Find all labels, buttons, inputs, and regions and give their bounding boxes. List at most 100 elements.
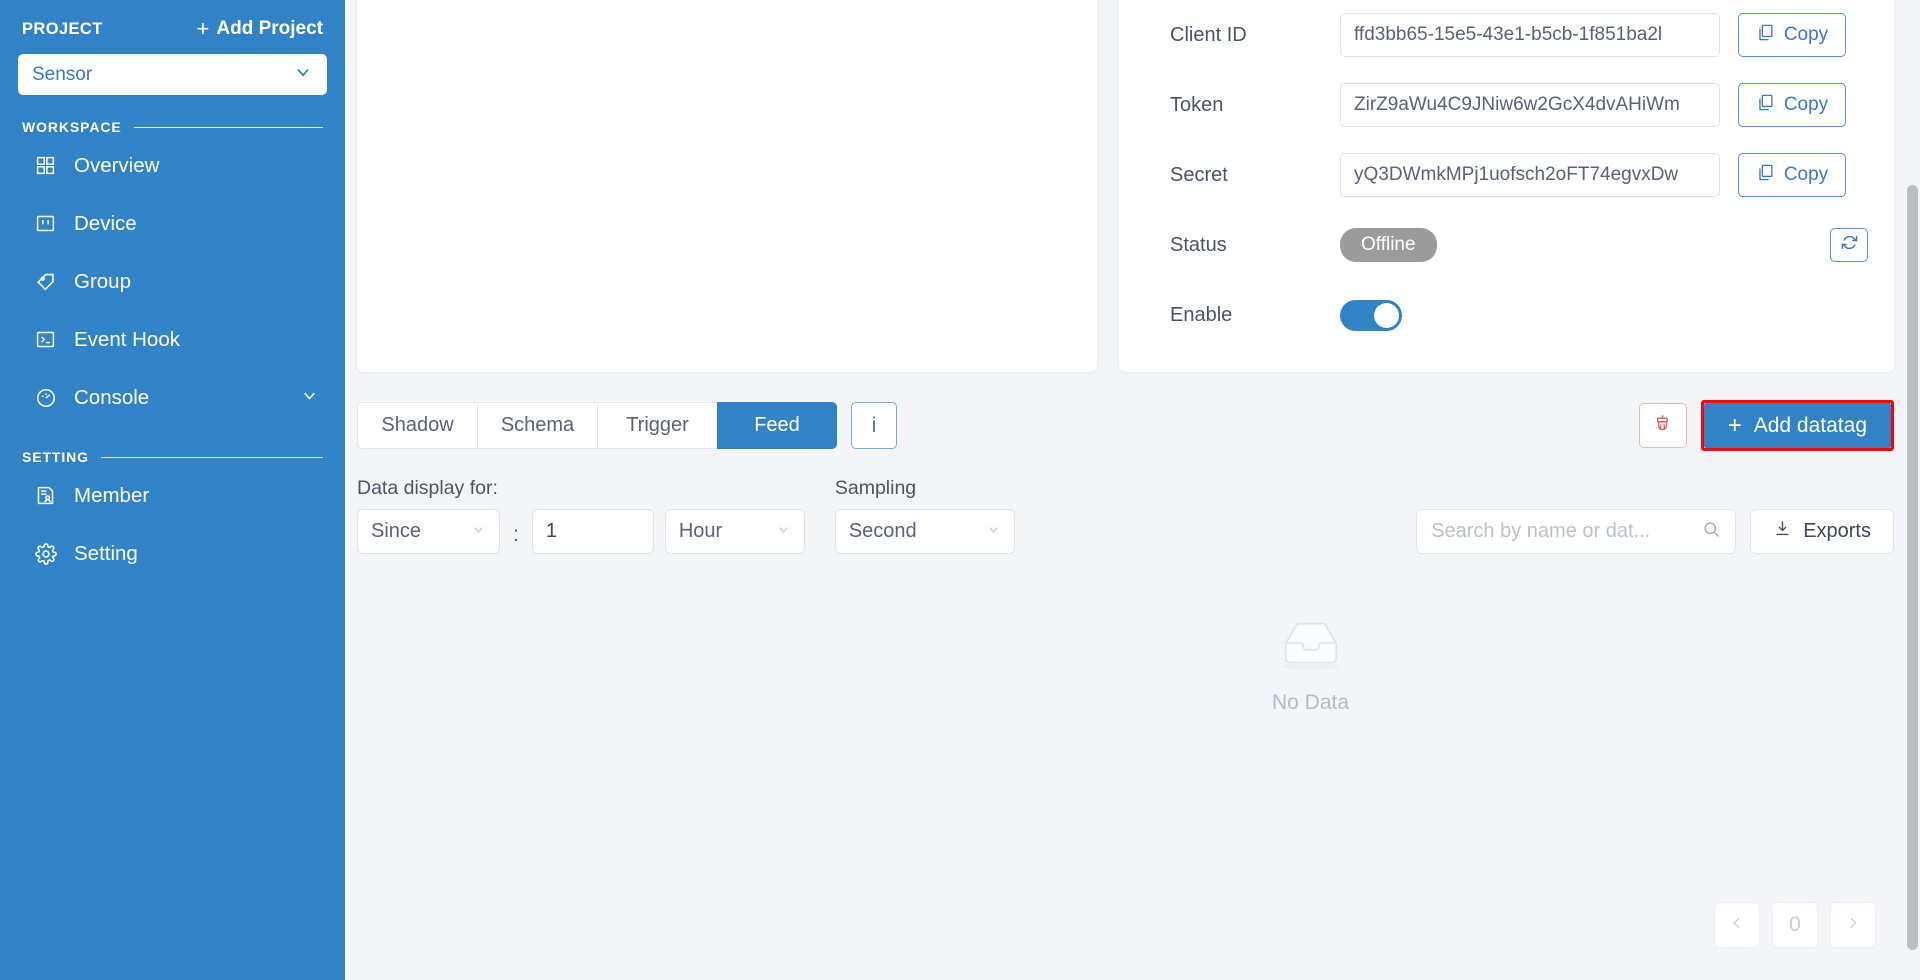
copy-icon bbox=[1756, 163, 1775, 188]
sidebar-item-label: Device bbox=[74, 211, 137, 235]
chevron-down-icon[interactable] bbox=[300, 386, 319, 410]
chevron-down-icon bbox=[776, 520, 791, 543]
chevron-down-icon bbox=[986, 520, 1001, 543]
copy-label: Copy bbox=[1783, 164, 1829, 185]
sidebar-item-label: Event Hook bbox=[74, 327, 180, 351]
sidebar-item-member[interactable]: Member bbox=[18, 468, 327, 523]
pagination-page-number: 0 bbox=[1789, 913, 1801, 936]
pagination-next-button[interactable] bbox=[1830, 902, 1876, 948]
sampling-select[interactable]: Second bbox=[834, 509, 1015, 554]
enable-toggle[interactable] bbox=[1340, 299, 1402, 331]
field-row-secret: Secret yQ3DWmkMPj1uofsch2oFT74egvxDw Cop… bbox=[1145, 140, 1868, 210]
range-unit-select[interactable]: Hour bbox=[664, 509, 805, 554]
empty-state-text: No Data bbox=[1271, 691, 1350, 714]
pagination-page-button[interactable]: 0 bbox=[1772, 902, 1818, 948]
data-display-label: Data display for: bbox=[357, 477, 498, 499]
exports-button[interactable]: Exports bbox=[1750, 509, 1894, 554]
field-row-status: Status Offline bbox=[1145, 210, 1868, 280]
sidebar-item-label: Console bbox=[74, 385, 150, 409]
gauge-icon bbox=[34, 386, 57, 409]
tag-icon bbox=[34, 270, 57, 293]
sidebar-item-overview[interactable]: Overview bbox=[18, 138, 327, 193]
tab-schema[interactable]: Schema bbox=[477, 402, 597, 449]
refresh-icon bbox=[1840, 233, 1859, 257]
sidebar-item-device[interactable]: Device bbox=[18, 196, 327, 251]
tab-label: Shadow bbox=[381, 414, 454, 436]
sidebar-project-header: PROJECT + Add Project bbox=[18, 0, 327, 40]
range-mode-value: Since bbox=[371, 520, 422, 542]
sidebar-section-setting: SETTING bbox=[18, 449, 327, 465]
info-button[interactable]: i bbox=[851, 402, 897, 449]
divider bbox=[100, 456, 323, 458]
sidebar-item-label: Group bbox=[74, 269, 131, 293]
copy-label: Copy bbox=[1783, 24, 1829, 45]
field-row-client-id: Client ID ffd3bb65-15e5-43e1-b5cb-1f851b… bbox=[1145, 0, 1868, 70]
range-value-input[interactable]: 1 bbox=[531, 509, 654, 554]
sidebar-section-label: SETTING bbox=[22, 449, 89, 465]
field-label: Client ID bbox=[1170, 23, 1247, 46]
status-badge: Offline bbox=[1340, 228, 1437, 262]
search-input[interactable]: Search by name or dat... bbox=[1431, 520, 1702, 543]
preview-card bbox=[357, 0, 1097, 372]
tab-trigger[interactable]: Trigger bbox=[597, 402, 717, 449]
chevron-left-icon bbox=[1729, 913, 1745, 937]
exports-label: Exports bbox=[1803, 520, 1871, 542]
status-label: Status bbox=[1170, 233, 1227, 256]
separator-colon: : bbox=[513, 522, 519, 546]
member-card-icon bbox=[34, 484, 57, 507]
search-box[interactable]: Search by name or dat... bbox=[1416, 509, 1737, 554]
page-scrollbar-track[interactable] bbox=[1904, 0, 1920, 980]
field-label: Secret bbox=[1170, 163, 1228, 186]
copy-icon bbox=[1756, 23, 1775, 48]
sampling-value: Second bbox=[848, 520, 917, 542]
add-datatag-highlight: + Add datatag bbox=[1700, 400, 1894, 451]
search-icon[interactable] bbox=[1702, 520, 1721, 544]
tab-label: Trigger bbox=[626, 414, 689, 436]
copy-secret-button[interactable]: Copy bbox=[1738, 153, 1846, 197]
refresh-status-button[interactable] bbox=[1830, 228, 1868, 262]
secret-input[interactable]: yQ3DWmkMPj1uofsch2oFT74egvxDw bbox=[1340, 153, 1720, 197]
tab-feed[interactable]: Feed bbox=[717, 402, 837, 449]
sidebar-item-console[interactable]: Console bbox=[18, 370, 327, 425]
gear-icon bbox=[34, 542, 57, 565]
copy-client-id-button[interactable]: Copy bbox=[1738, 13, 1846, 57]
divider bbox=[133, 126, 323, 128]
sidebar-item-group[interactable]: Group bbox=[18, 254, 327, 309]
sidebar-item-label: Setting bbox=[74, 541, 138, 565]
client-id-input[interactable]: ffd3bb65-15e5-43e1-b5cb-1f851ba2l bbox=[1340, 13, 1720, 57]
range-mode-select[interactable]: Since bbox=[357, 509, 500, 554]
clear-data-button[interactable] bbox=[1638, 403, 1687, 448]
main-content: Client ID ffd3bb65-15e5-43e1-b5cb-1f851b… bbox=[345, 0, 1920, 980]
range-unit-value: Hour bbox=[678, 520, 723, 542]
tab-shadow[interactable]: Shadow bbox=[357, 402, 477, 449]
token-input[interactable]: ZirZ9aWu4C9JNiw6w2GcX4dvAHiWm bbox=[1340, 83, 1720, 127]
filters-row: Data display for: Since : 1 Hour Samplin… bbox=[357, 477, 1894, 554]
tab-label: Feed bbox=[754, 414, 800, 436]
project-select[interactable]: Sensor bbox=[18, 54, 327, 95]
copy-token-button[interactable]: Copy bbox=[1738, 83, 1846, 127]
sidebar-item-label: Overview bbox=[74, 153, 160, 177]
plus-icon: + bbox=[196, 16, 210, 41]
project-select-value: Sensor bbox=[32, 63, 93, 85]
device-icon bbox=[34, 212, 57, 235]
sidebar-item-event-hook[interactable]: Event Hook bbox=[18, 312, 327, 367]
sidebar: PROJECT + Add Project Sensor WORKSPACE O… bbox=[0, 0, 345, 980]
empty-box-icon bbox=[1272, 614, 1350, 681]
data-display-group: Data display for: Since : 1 Hour bbox=[357, 477, 805, 554]
sidebar-item-setting[interactable]: Setting bbox=[18, 526, 327, 581]
sidebar-section-workspace: WORKSPACE bbox=[18, 119, 327, 135]
tabbar-actions: + Add datatag bbox=[1638, 400, 1894, 451]
enable-label: Enable bbox=[1170, 303, 1233, 326]
add-datatag-label: Add datatag bbox=[1753, 413, 1867, 437]
pagination-prev-button[interactable] bbox=[1714, 902, 1760, 948]
tab-group: Shadow Schema Trigger Feed bbox=[357, 402, 837, 449]
terminal-icon bbox=[34, 328, 57, 351]
page-scrollbar-thumb[interactable] bbox=[1907, 185, 1918, 950]
sidebar-project-label: PROJECT bbox=[22, 19, 103, 38]
download-icon bbox=[1773, 519, 1792, 544]
sidebar-item-label: Member bbox=[74, 483, 150, 507]
data-display-controls: Since : 1 Hour bbox=[357, 509, 805, 554]
add-project-button[interactable]: + Add Project bbox=[197, 18, 323, 40]
tab-label: Schema bbox=[500, 414, 575, 436]
add-datatag-button[interactable]: + Add datatag bbox=[1703, 403, 1891, 448]
